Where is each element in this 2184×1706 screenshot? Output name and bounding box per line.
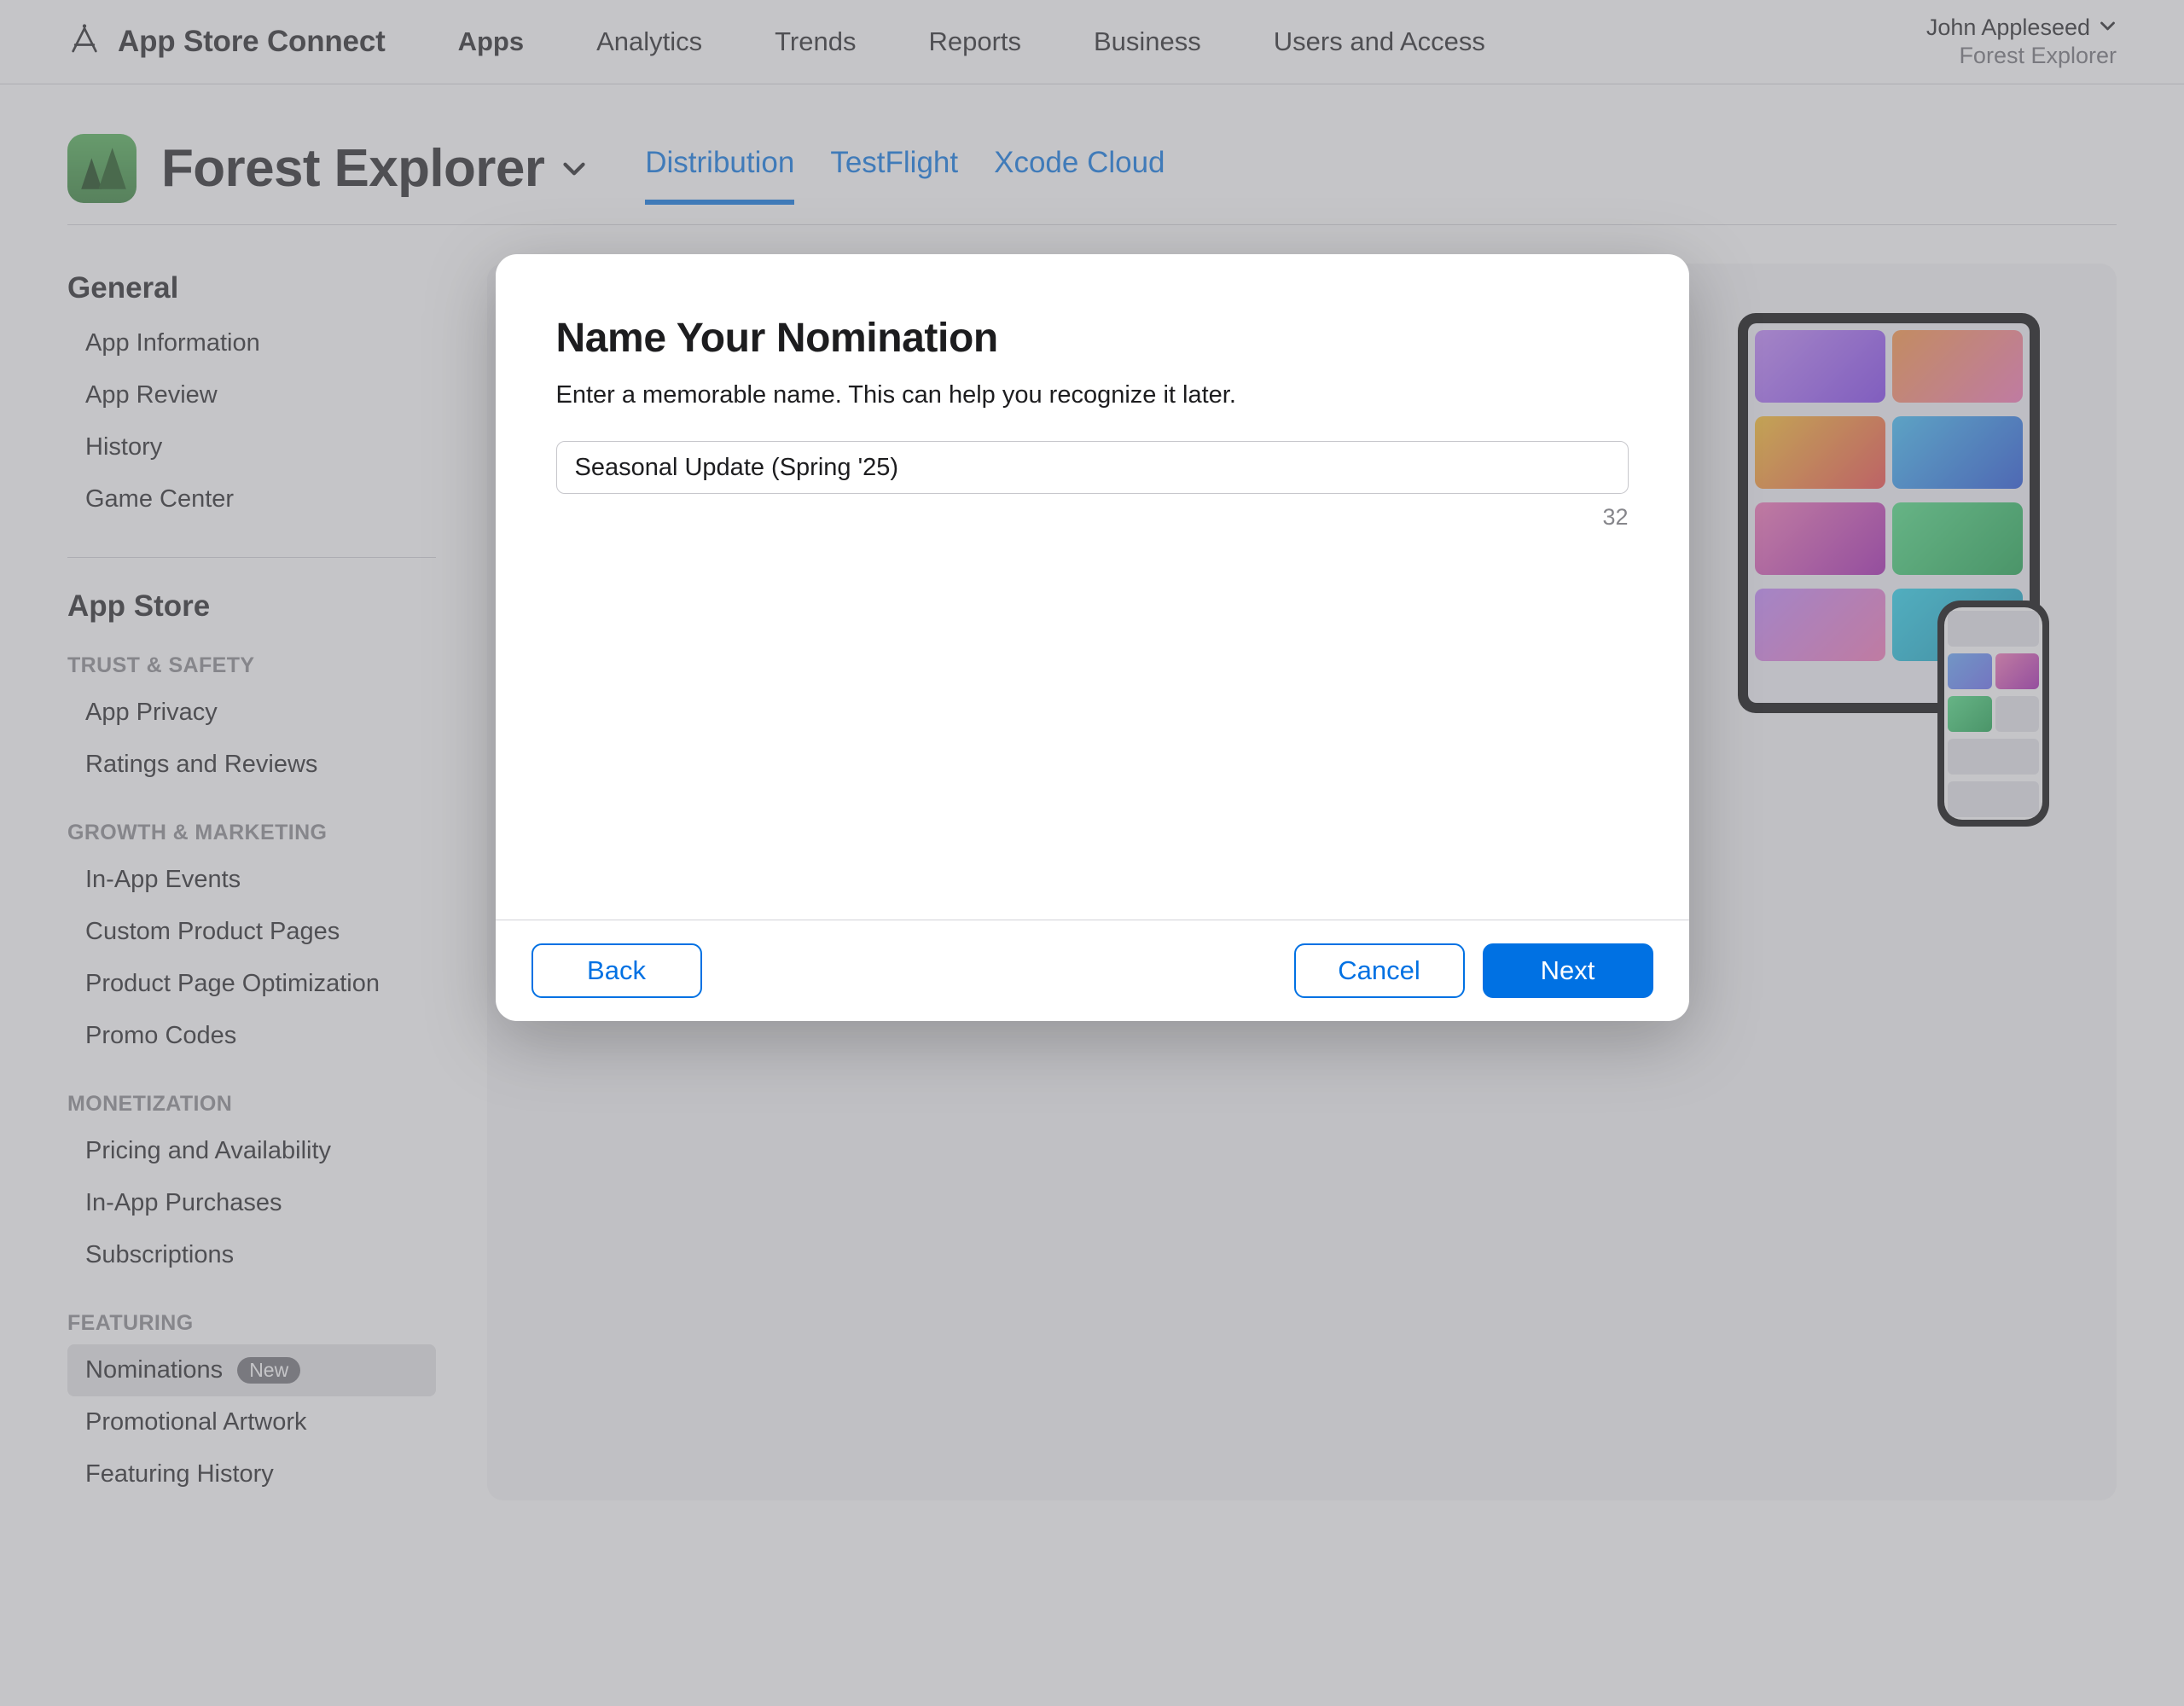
cancel-button[interactable]: Cancel	[1294, 943, 1465, 998]
char-counter: 32	[556, 504, 1629, 531]
back-button[interactable]: Back	[531, 943, 702, 998]
modal-footer: Back Cancel Next	[496, 920, 1689, 1021]
modal-overlay: Name Your Nomination Enter a memorable n…	[0, 0, 2184, 1706]
modal-title: Name Your Nomination	[556, 315, 1629, 362]
nomination-name-input[interactable]	[556, 441, 1629, 494]
modal-description: Enter a memorable name. This can help yo…	[556, 381, 1629, 409]
next-button[interactable]: Next	[1483, 943, 1653, 998]
nomination-name-modal: Name Your Nomination Enter a memorable n…	[496, 254, 1689, 1021]
